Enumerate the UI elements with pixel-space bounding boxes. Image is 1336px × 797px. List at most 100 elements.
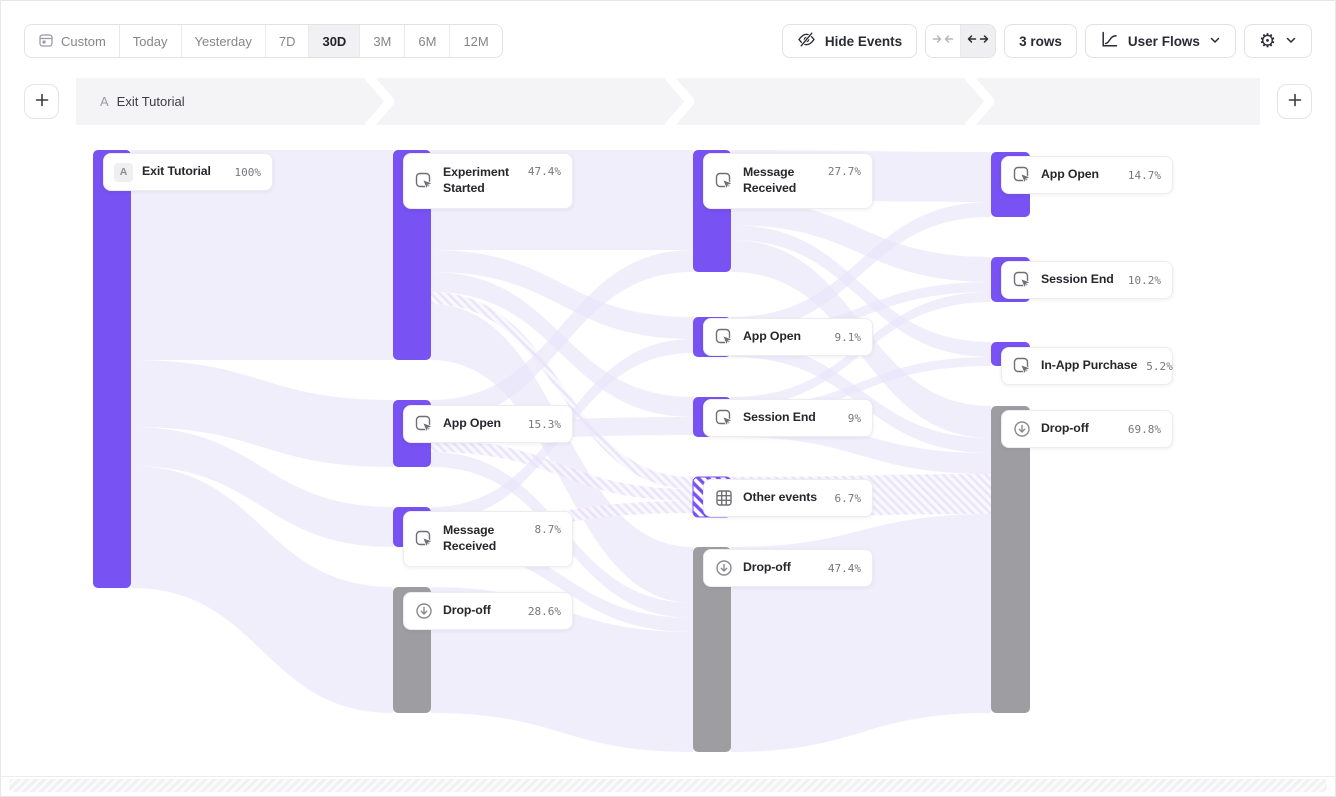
horizontal-scrollbar[interactable]	[9, 779, 1327, 792]
node-card-drop-off-2[interactable]: Drop-off 28.6%	[403, 592, 573, 630]
event-icon	[414, 529, 434, 549]
user-flows-canvas	[0, 0, 1336, 797]
event-icon	[714, 327, 734, 347]
node-card-message-received-3[interactable]: Message Received 27.7%	[703, 153, 873, 209]
chevron-down-icon	[1209, 34, 1221, 49]
event-icon	[714, 171, 734, 191]
rows-label: 3 rows	[1019, 34, 1062, 49]
step-letter-icon: A	[114, 163, 133, 182]
node-percentage: 5.2%	[1146, 360, 1173, 373]
node-label: Message Received	[743, 165, 819, 197]
node-label: App Open	[443, 416, 501, 432]
arrows-inward-icon	[932, 32, 954, 51]
event-icon	[414, 414, 434, 434]
date-range-label: Custom	[61, 34, 106, 49]
event-icon	[1012, 165, 1032, 185]
node-card-app-open-2[interactable]: App Open 15.3%	[403, 405, 573, 443]
date-range-selector: Custom Today Yesterday 7D 30D 3M 6M 12M	[24, 24, 503, 58]
node-percentage: 9%	[848, 412, 861, 425]
node-percentage: 9.1%	[835, 331, 862, 344]
drop-off-icon	[1012, 419, 1032, 439]
event-icon	[414, 171, 434, 191]
flow-bar-13[interactable]	[991, 406, 1030, 713]
event-icon	[1012, 356, 1032, 376]
date-range-label: 30D	[322, 34, 346, 49]
event-icon	[1012, 270, 1032, 290]
rows-button[interactable]: 3 rows	[1004, 24, 1077, 58]
node-percentage: 6.7%	[835, 492, 862, 505]
node-card-experiment-started[interactable]: Experiment Started 47.4%	[403, 153, 573, 209]
node-label: App Open	[1041, 167, 1099, 183]
settings-button[interactable]: ⚙	[1244, 24, 1312, 58]
node-percentage: 10.2%	[1128, 274, 1161, 287]
date-range-3m[interactable]: 3M	[359, 25, 404, 57]
node-card-in-app-purchase[interactable]: In-App Purchase 5.2%	[1001, 347, 1173, 385]
node-label: Experiment Started	[443, 165, 519, 197]
node-percentage: 47.4%	[528, 165, 561, 178]
node-card-drop-off-4[interactable]: Drop-off 69.8%	[1001, 410, 1173, 448]
node-label: In-App Purchase	[1041, 358, 1137, 374]
node-label: Drop-off	[1041, 421, 1089, 437]
node-percentage: 27.7%	[828, 165, 861, 178]
add-step-right-button[interactable]	[1277, 84, 1312, 119]
date-range-label: Today	[133, 34, 168, 49]
flow-bar-0[interactable]	[93, 150, 131, 588]
add-step-left-button[interactable]	[24, 84, 59, 119]
date-range-label: 6M	[418, 34, 436, 49]
node-percentage: 47.4%	[828, 562, 861, 575]
plus-icon	[34, 92, 50, 111]
date-range-yesterday[interactable]: Yesterday	[181, 25, 265, 57]
eye-off-icon	[797, 30, 816, 52]
node-card-exit-tutorial[interactable]: A Exit Tutorial 100%	[103, 153, 273, 191]
other-events-grid-icon	[714, 488, 734, 508]
toolbar: Custom Today Yesterday 7D 30D 3M 6M 12M Hide Ev…	[24, 24, 1312, 58]
node-percentage: 69.8%	[1128, 423, 1161, 436]
gear-icon: ⚙	[1259, 32, 1276, 51]
node-card-app-open-3[interactable]: App Open9.1%	[703, 318, 873, 356]
node-percentage: 15.3%	[528, 418, 561, 431]
spacing-toggle-group	[925, 24, 996, 58]
chevron-down-icon	[1285, 34, 1297, 49]
plus-icon	[1287, 92, 1303, 111]
collapse-columns-button[interactable]	[926, 25, 960, 57]
expand-columns-button[interactable]	[960, 25, 995, 57]
node-label: Exit Tutorial	[142, 164, 211, 180]
node-percentage: 28.6%	[528, 605, 561, 618]
arrows-outward-icon	[967, 32, 989, 51]
drop-off-icon	[714, 558, 734, 578]
date-range-custom[interactable]: Custom	[25, 25, 119, 57]
date-range-label: Yesterday	[195, 34, 252, 49]
node-card-other-events[interactable]: Other events 6.7%	[703, 479, 873, 517]
node-label: Message Received	[443, 523, 523, 555]
bottom-divider	[0, 776, 1336, 777]
hide-events-label: Hide Events	[825, 34, 902, 49]
node-label: Session End	[743, 410, 816, 426]
node-card-session-end-4[interactable]: Session End10.2%	[1001, 261, 1173, 299]
user-flows-icon	[1100, 30, 1119, 52]
hide-events-button[interactable]: Hide Events	[782, 24, 917, 58]
view-selector-button[interactable]: User Flows	[1085, 24, 1236, 58]
date-range-7d[interactable]: 7D	[265, 25, 309, 57]
node-percentage: 100%	[235, 166, 262, 179]
date-range-label: 3M	[373, 34, 391, 49]
date-range-label: 7D	[279, 34, 296, 49]
date-range-30d[interactable]: 30D	[308, 25, 359, 57]
node-label: Other events	[743, 490, 817, 506]
node-card-drop-off-3[interactable]: Drop-off 47.4%	[703, 549, 873, 587]
date-range-label: 12M	[463, 34, 488, 49]
node-card-message-received-2[interactable]: Message Received 8.7%	[403, 511, 573, 567]
node-label: Drop-off	[743, 560, 791, 576]
event-icon	[714, 408, 734, 428]
view-selector-label: User Flows	[1128, 34, 1200, 49]
node-label: Drop-off	[443, 603, 491, 619]
node-card-session-end-3[interactable]: Session End 9%	[703, 399, 873, 437]
node-card-app-open-4[interactable]: App Open 14.7%	[1001, 156, 1173, 194]
node-percentage: 14.7%	[1128, 169, 1161, 182]
toolbar-right-cluster: Hide Events 3 rows User Flows ⚙	[782, 24, 1312, 58]
date-range-12m[interactable]: 12M	[449, 25, 501, 57]
calendar-icon	[38, 32, 54, 51]
date-range-6m[interactable]: 6M	[404, 25, 449, 57]
node-percentage: 8.7%	[535, 523, 562, 536]
drop-off-icon	[414, 601, 434, 621]
date-range-today[interactable]: Today	[119, 25, 181, 57]
